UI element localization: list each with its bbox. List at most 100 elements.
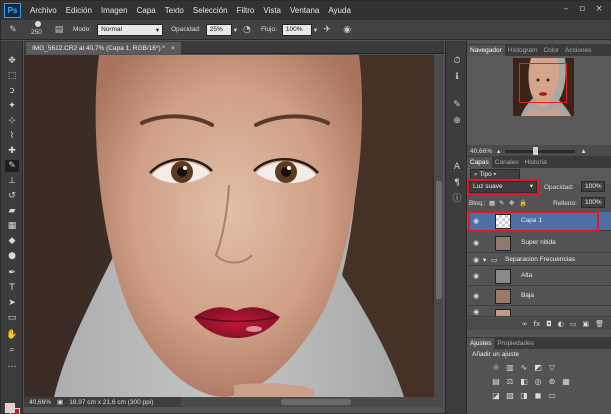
selective-color-icon[interactable]: ◼: [533, 391, 543, 401]
gradient-tool-icon[interactable]: ▦: [5, 220, 19, 232]
brush-presets-icon[interactable]: ✎: [451, 99, 463, 111]
canvas-vertical-scrollbar[interactable]: [433, 55, 443, 397]
maximize-icon[interactable]: ▫: [577, 4, 587, 14]
dodge-tool-icon[interactable]: ●: [5, 250, 19, 262]
tab-capas[interactable]: Capas: [467, 157, 492, 168]
minimize-icon[interactable]: –: [561, 4, 571, 14]
move-tool-icon[interactable]: ✥: [5, 55, 19, 67]
close-window-icon[interactable]: ×: [594, 4, 604, 14]
horizontal-scroll-thumb[interactable]: [281, 399, 351, 405]
healing-brush-tool-icon[interactable]: ✚: [5, 145, 19, 157]
chevron-down-icon[interactable]: ▾: [483, 256, 486, 264]
levels-icon[interactable]: ▥: [505, 363, 515, 373]
quick-selection-tool-icon[interactable]: ✦: [5, 100, 19, 112]
tab-navegador[interactable]: Navegador: [467, 45, 505, 56]
lock-transparency-icon[interactable]: ▦: [489, 199, 495, 207]
eyedropper-tool-icon[interactable]: ⌇: [5, 130, 19, 142]
airbrush-icon[interactable]: ✈: [321, 24, 333, 36]
menu-filtro[interactable]: Filtro: [237, 6, 255, 15]
delete-layer-icon[interactable]: 🗑: [595, 320, 604, 328]
eye-icon[interactable]: ◉: [471, 256, 481, 264]
status-doc-icon[interactable]: ▣: [57, 398, 63, 406]
flow-field[interactable]: 100%: [281, 23, 312, 36]
marquee-tool-icon[interactable]: ⬚: [5, 70, 19, 82]
layer-mask-icon[interactable]: ◘: [546, 320, 552, 328]
history-brush-tool-icon[interactable]: ↺: [5, 190, 19, 202]
exposure-icon[interactable]: ◩: [533, 363, 543, 373]
brush-panel-icon[interactable]: ▤: [53, 24, 65, 36]
color-lookup-icon[interactable]: ▦: [561, 377, 571, 387]
menu-seleccion[interactable]: Selección: [193, 6, 228, 15]
black-white-icon[interactable]: ◧: [519, 377, 529, 387]
opacity-field[interactable]: 25%: [205, 23, 232, 36]
blur-tool-icon[interactable]: ◆: [5, 235, 19, 247]
crop-tool-icon[interactable]: ⊹: [5, 115, 19, 127]
new-layer-icon[interactable]: ▣: [582, 320, 589, 328]
layer-opacity-field[interactable]: 100%: [581, 181, 605, 192]
menu-capa[interactable]: Capa: [137, 6, 156, 15]
flow-dropdown-icon[interactable]: ▾: [314, 26, 317, 34]
layer-group-separacion[interactable]: ◉ ▾ ▭ Separacion Frecuencias: [467, 254, 611, 266]
menu-imagen[interactable]: Imagen: [101, 6, 128, 15]
zoom-out-icon[interactable]: ▴: [497, 147, 500, 155]
photo-filter-icon[interactable]: ◎: [533, 377, 543, 387]
vibrance-icon[interactable]: ▽: [547, 363, 557, 373]
canvas-horizontal-scrollbar[interactable]: [181, 397, 443, 407]
tab-canales[interactable]: Canales: [492, 157, 522, 168]
navigator-zoom-knob[interactable]: [533, 146, 539, 155]
layer-style-icon[interactable]: fx: [534, 320, 541, 328]
brightness-icon[interactable]: ☼: [491, 363, 501, 373]
vertical-scroll-thumb[interactable]: [436, 181, 442, 299]
navigator-view-box[interactable]: [519, 63, 567, 103]
pressure-size-icon[interactable]: ◉: [341, 24, 353, 36]
layer-row-baja[interactable]: ◉ Baja: [467, 287, 611, 306]
properties-panel-icon[interactable]: ℹ: [451, 71, 463, 83]
lock-position-icon[interactable]: ✥: [509, 199, 514, 207]
eraser-tool-icon[interactable]: ▰: [5, 205, 19, 217]
history-panel-icon[interactable]: ⏱: [451, 55, 463, 67]
gradient-map-icon[interactable]: ▭: [547, 391, 557, 401]
link-layers-icon[interactable]: ∞: [522, 320, 528, 328]
character-panel-icon[interactable]: A: [451, 161, 463, 173]
color-balance-icon[interactable]: ⚖: [505, 377, 515, 387]
document-canvas[interactable]: [24, 55, 433, 397]
path-selection-tool-icon[interactable]: ➤: [5, 297, 19, 309]
navigator-thumbnail[interactable]: [513, 58, 574, 116]
lock-pixels-icon[interactable]: ✎: [499, 199, 504, 207]
clone-source-icon[interactable]: ⊕: [451, 115, 463, 127]
layer-row-super-nitida[interactable]: ◉ Super nitida: [467, 234, 611, 253]
layer-row-background[interactable]: ◉: [467, 307, 611, 317]
menu-archivo[interactable]: Archivo: [30, 6, 57, 15]
pen-tool-icon[interactable]: ✒: [5, 267, 19, 279]
tab-propiedades[interactable]: Propiedades: [494, 338, 537, 349]
menu-vista[interactable]: Vista: [263, 6, 281, 15]
tab-ajustes[interactable]: Ajustes: [467, 338, 495, 349]
close-document-icon[interactable]: ×: [171, 45, 175, 52]
new-group-icon[interactable]: ▭: [570, 320, 577, 328]
tab-historia[interactable]: Historia: [522, 157, 550, 168]
pressure-opacity-icon[interactable]: ◔: [241, 24, 253, 36]
extra-tools-icon[interactable]: …: [5, 359, 19, 371]
lock-all-icon[interactable]: 🔒: [519, 199, 527, 207]
channel-mixer-icon[interactable]: ⊛: [547, 377, 557, 387]
hue-saturation-icon[interactable]: ▤: [491, 377, 501, 387]
eye-icon[interactable]: ◉: [471, 239, 481, 247]
paragraph-panel-icon[interactable]: ¶: [451, 177, 463, 189]
hand-tool-icon[interactable]: ✋: [5, 329, 19, 341]
menu-ventana[interactable]: Ventana: [290, 6, 319, 15]
brush-tool-preset-icon[interactable]: ✎: [7, 24, 19, 36]
threshold-icon[interactable]: ◨: [519, 391, 529, 401]
type-tool-icon[interactable]: T: [5, 282, 19, 294]
brush-tool-icon[interactable]: ✎: [5, 160, 19, 172]
zoom-in-icon[interactable]: ▲: [580, 148, 586, 155]
posterize-icon[interactable]: ▧: [505, 391, 515, 401]
rectangle-tool-icon[interactable]: ▭: [5, 312, 19, 324]
curves-icon[interactable]: ∿: [519, 363, 529, 373]
lasso-tool-icon[interactable]: ↄ: [5, 85, 19, 97]
tab-acciones[interactable]: Acciones: [562, 45, 594, 56]
clone-stamp-tool-icon[interactable]: ⊥: [5, 175, 19, 187]
navigator-zoom-slider[interactable]: [505, 146, 576, 155]
fill-field[interactable]: 100%: [581, 197, 605, 208]
menu-edicion[interactable]: Edición: [66, 6, 92, 15]
eye-icon[interactable]: ◉: [471, 272, 481, 280]
